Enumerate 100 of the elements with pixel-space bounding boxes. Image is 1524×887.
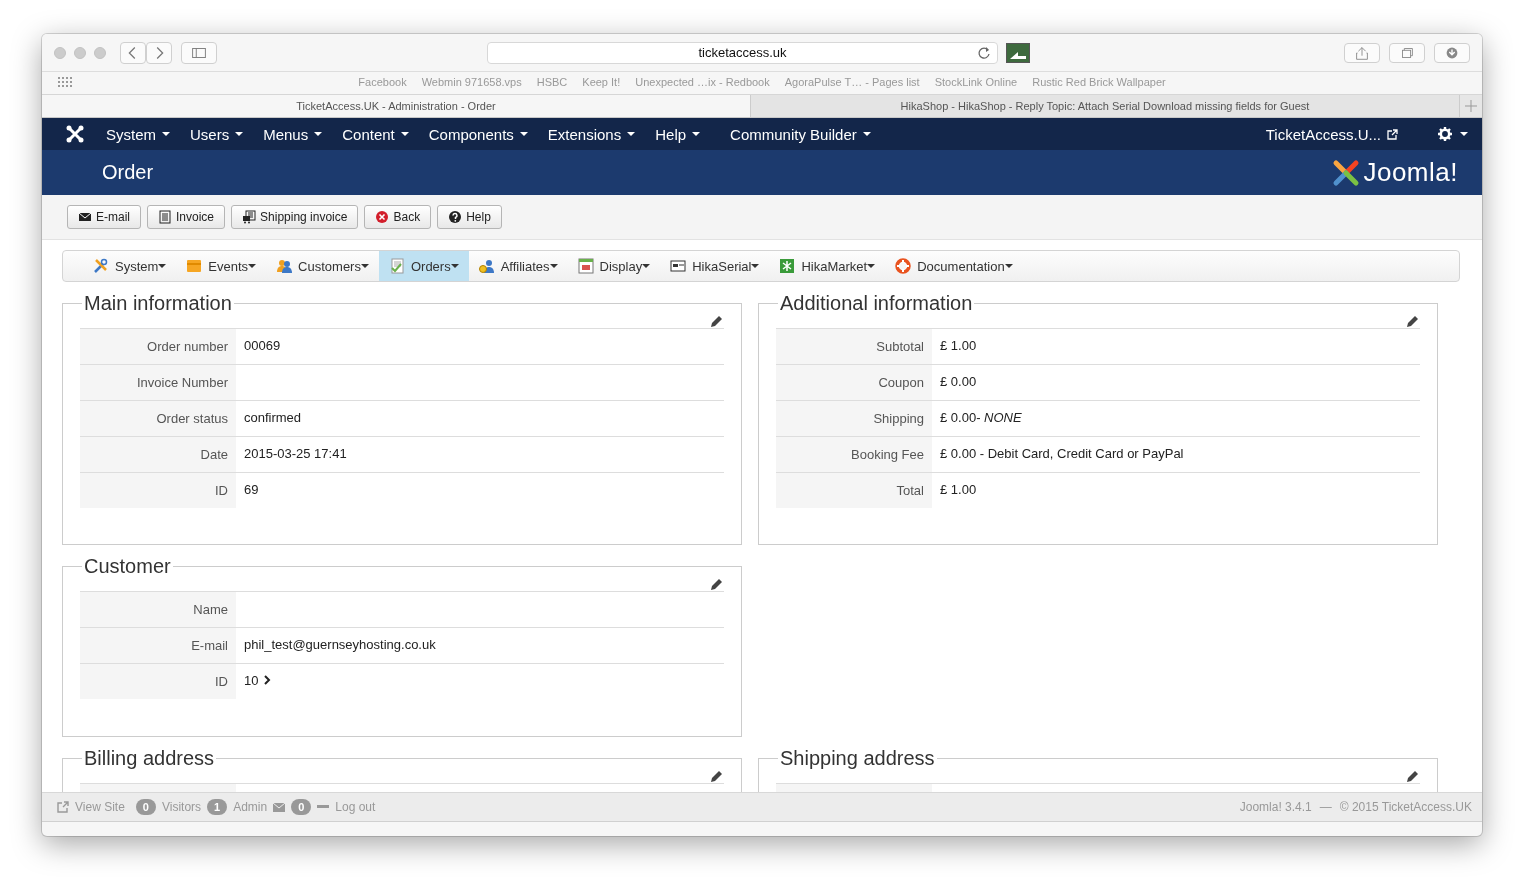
menu-item[interactable]: Community Builder: [730, 125, 871, 143]
window-control-dot[interactable]: [94, 46, 106, 59]
chevron-right-icon[interactable]: [263, 675, 272, 685]
pencil-icon[interactable]: [1406, 770, 1419, 783]
field-value: 10: [236, 664, 724, 699]
share-icon[interactable]: [1344, 42, 1380, 63]
sidebar-icon[interactable]: [181, 41, 217, 64]
field-label: Name: [80, 592, 236, 627]
caret-icon: [162, 132, 170, 136]
field-label: Coupon: [776, 365, 932, 400]
url-text: ticketaccess.uk: [698, 45, 787, 60]
field-value: 69: [243, 481, 260, 499]
toolbar-button[interactable]: Shipping invoice: [231, 205, 359, 229]
site-link[interactable]: TicketAccess.U...: [1265, 125, 1398, 143]
caret-icon: [314, 132, 323, 136]
field-label: E-mail: [80, 628, 236, 663]
browser-tab[interactable]: TicketAccess.UK - Administration - Order: [42, 95, 750, 117]
submenu-item[interactable]: Affiliates: [468, 251, 568, 281]
market-icon: [779, 258, 796, 274]
menu-item[interactable]: Components: [428, 125, 528, 143]
caret-icon: [549, 264, 558, 268]
count-badge: 0: [135, 799, 156, 815]
submenu-item[interactable]: HikaSerial: [660, 251, 770, 281]
toolbar-button[interactable]: Back: [364, 205, 432, 229]
window-control-dot[interactable]: [74, 46, 86, 59]
caret-icon: [158, 264, 167, 268]
caret-icon: [450, 264, 459, 268]
external-link-icon: [1387, 128, 1398, 140]
panel-title: Additional information: [779, 292, 974, 315]
field-label: Order number: [80, 329, 236, 364]
download-icon[interactable]: [1434, 42, 1470, 63]
toolbar-button[interactable]: Help: [437, 205, 502, 229]
field-value: phil_test@guernseyhosting.co.uk: [243, 636, 437, 654]
field-label: Subtotal: [776, 329, 932, 364]
address-bar[interactable]: ticketaccess.uk: [487, 41, 998, 64]
submenu-item[interactable]: Events: [176, 251, 267, 281]
field-label: Booking Fee: [776, 437, 932, 472]
document-icon: [158, 210, 172, 224]
submenu-item[interactable]: Documentation: [885, 251, 1023, 281]
joomla-mark-icon: [66, 125, 84, 143]
caret-icon: [862, 132, 871, 136]
pencil-icon[interactable]: [710, 578, 723, 591]
key-card-icon: [670, 258, 687, 274]
menu-item[interactable]: Users: [190, 125, 244, 143]
submenu-item[interactable]: HikaMarket: [769, 251, 886, 281]
logo-text: Joomla!: [1363, 157, 1458, 188]
window-icon: [577, 258, 594, 274]
menu-item[interactable]: Content: [342, 125, 409, 143]
caret-icon: [692, 132, 701, 136]
panel-title: Shipping address: [779, 747, 936, 770]
field-label: Shipping: [776, 401, 932, 436]
checklist-icon: [388, 258, 405, 274]
field-label: ID: [80, 473, 236, 508]
separator-text: —: [1319, 800, 1332, 814]
field-value: confirmed: [243, 409, 303, 427]
tabs-icon[interactable]: [1389, 42, 1425, 63]
settings-button[interactable]: [1438, 127, 1468, 141]
folder-icon: [186, 258, 203, 274]
field-value: 00069: [243, 337, 282, 355]
envelope-icon[interactable]: [273, 802, 286, 812]
caret-icon: [360, 264, 369, 268]
caret-icon: [519, 132, 528, 136]
toolbar-button[interactable]: Invoice: [147, 205, 226, 229]
field-value: £ 0.00- NONE: [939, 409, 1023, 427]
field-label: Total: [776, 473, 932, 508]
caret-icon: [1460, 132, 1468, 136]
status-label: Visitors: [161, 800, 202, 814]
pencil-icon[interactable]: [710, 315, 723, 328]
menu-item[interactable]: System: [106, 125, 170, 143]
lifebuoy-icon: [895, 258, 912, 274]
menu-item[interactable]: Help: [655, 125, 701, 143]
submenu-item[interactable]: Customers: [266, 251, 379, 281]
minus-icon: [317, 805, 330, 809]
panel-title: Billing address: [83, 747, 216, 770]
panel-title: Customer: [83, 555, 172, 578]
submenu-item[interactable]: System: [83, 251, 177, 281]
pencil-icon[interactable]: [710, 770, 723, 783]
count-badge: 0: [291, 799, 312, 815]
caret-icon: [248, 264, 257, 268]
pencil-icon[interactable]: [1406, 315, 1419, 328]
field-label: Date: [80, 437, 236, 472]
window-control-dot[interactable]: [54, 46, 66, 59]
panel-title: Main information: [83, 292, 233, 315]
page-title: Order: [102, 161, 154, 184]
cart-document-icon: [242, 210, 257, 224]
field-value: £ 0.00: [939, 373, 978, 391]
caret-icon: [642, 264, 651, 268]
field-value: £ 1.00: [939, 337, 978, 355]
submenu-item[interactable]: Display: [567, 251, 661, 281]
caret-icon: [235, 132, 244, 136]
status-label: Admin: [233, 800, 268, 814]
menu-item[interactable]: Menus: [263, 125, 323, 143]
people-icon: [276, 258, 293, 274]
field-value: £ 1.00: [939, 481, 978, 499]
grid-icon[interactable]: [58, 77, 74, 89]
extension-icon[interactable]: [1006, 42, 1030, 63]
menu-item[interactable]: Extensions: [547, 125, 636, 143]
field-label: ID: [80, 664, 236, 699]
toolbar-button[interactable]: E-mail: [67, 205, 141, 229]
submenu-item[interactable]: Orders: [378, 251, 469, 281]
